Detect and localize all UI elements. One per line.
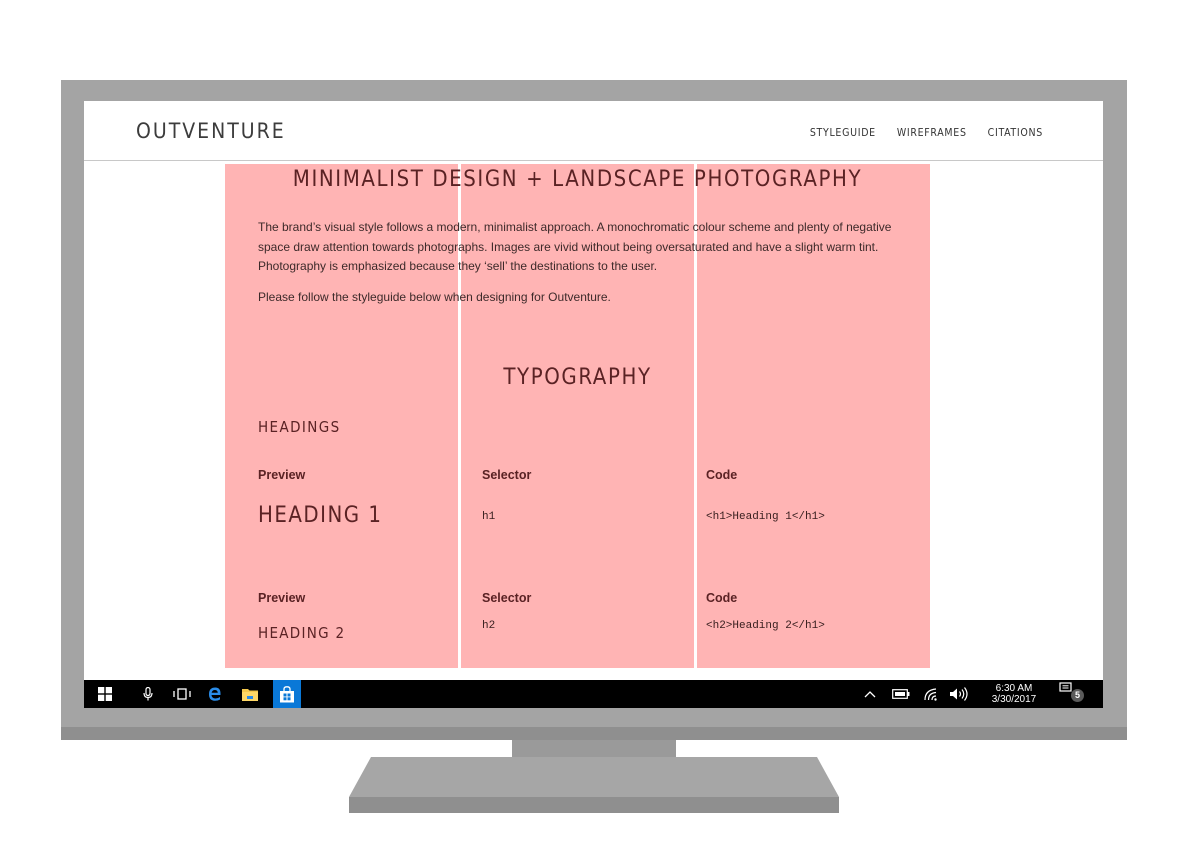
selector-value: h2 [482,620,496,632]
clock-time: 6:30 AM [995,683,1033,694]
subsection-title-headings: HEADINGS [258,418,341,436]
col-header-preview: Preview [258,468,306,482]
monitor-chin [61,727,1127,740]
col-header-selector: Selector [482,468,532,482]
col-header-selector: Selector [482,591,532,605]
monitor-stand-base [349,757,839,813]
task-view-icon[interactable] [170,680,194,708]
notification-badge: 5 [1071,689,1084,702]
store-icon[interactable] [273,680,301,708]
code-value: <h1>Heading 1</h1> [706,511,825,523]
microphone-icon[interactable] [140,680,156,708]
code-value: <h2>Heading 2</h1> [706,620,825,632]
edge-icon[interactable] [206,680,224,708]
wifi-icon[interactable] [920,680,942,708]
col-header-preview: Preview [258,591,306,605]
intro-note: Please follow the styleguide below when … [258,290,611,304]
col-header-code: Code [706,591,738,605]
action-center-icon[interactable]: 5 [1057,680,1087,708]
file-explorer-icon[interactable] [239,680,261,708]
intro-paragraph: The brand’s visual style follows a moder… [258,218,923,277]
intro-line: Photography is emphasized because they ‘… [258,259,658,273]
heading-2-preview: HEADING 2 [258,624,346,642]
battery-icon[interactable] [890,680,912,708]
intro-line: The brand’s visual style follows a moder… [258,220,892,234]
intro-line: space draw attention towards photographs… [258,239,879,254]
col-header-code: Code [706,468,738,482]
volume-icon[interactable] [948,680,970,708]
section-title-typography: TYPOGRAPHY [503,365,652,390]
system-clock[interactable]: 6:30 AM 3/30/2017 [984,683,1044,705]
taskbar: 6:30 AM 3/30/2017 5 [84,680,1103,708]
heading-1-preview: HEADING 1 [258,503,383,528]
selector-value: h1 [482,511,496,523]
start-icon[interactable] [94,680,116,708]
page-title: MINIMALIST DESIGN + LANDSCAPE PHOTOGRAPH… [292,167,863,192]
screen: OUTVENTURE STYLEGUIDE WIREFRAMES CITATIO… [84,101,1103,708]
chevron-up-icon[interactable] [862,680,878,708]
clock-date: 3/30/2017 [991,694,1037,705]
page-content: MINIMALIST DESIGN + LANDSCAPE PHOTOGRAPH… [84,101,1103,708]
